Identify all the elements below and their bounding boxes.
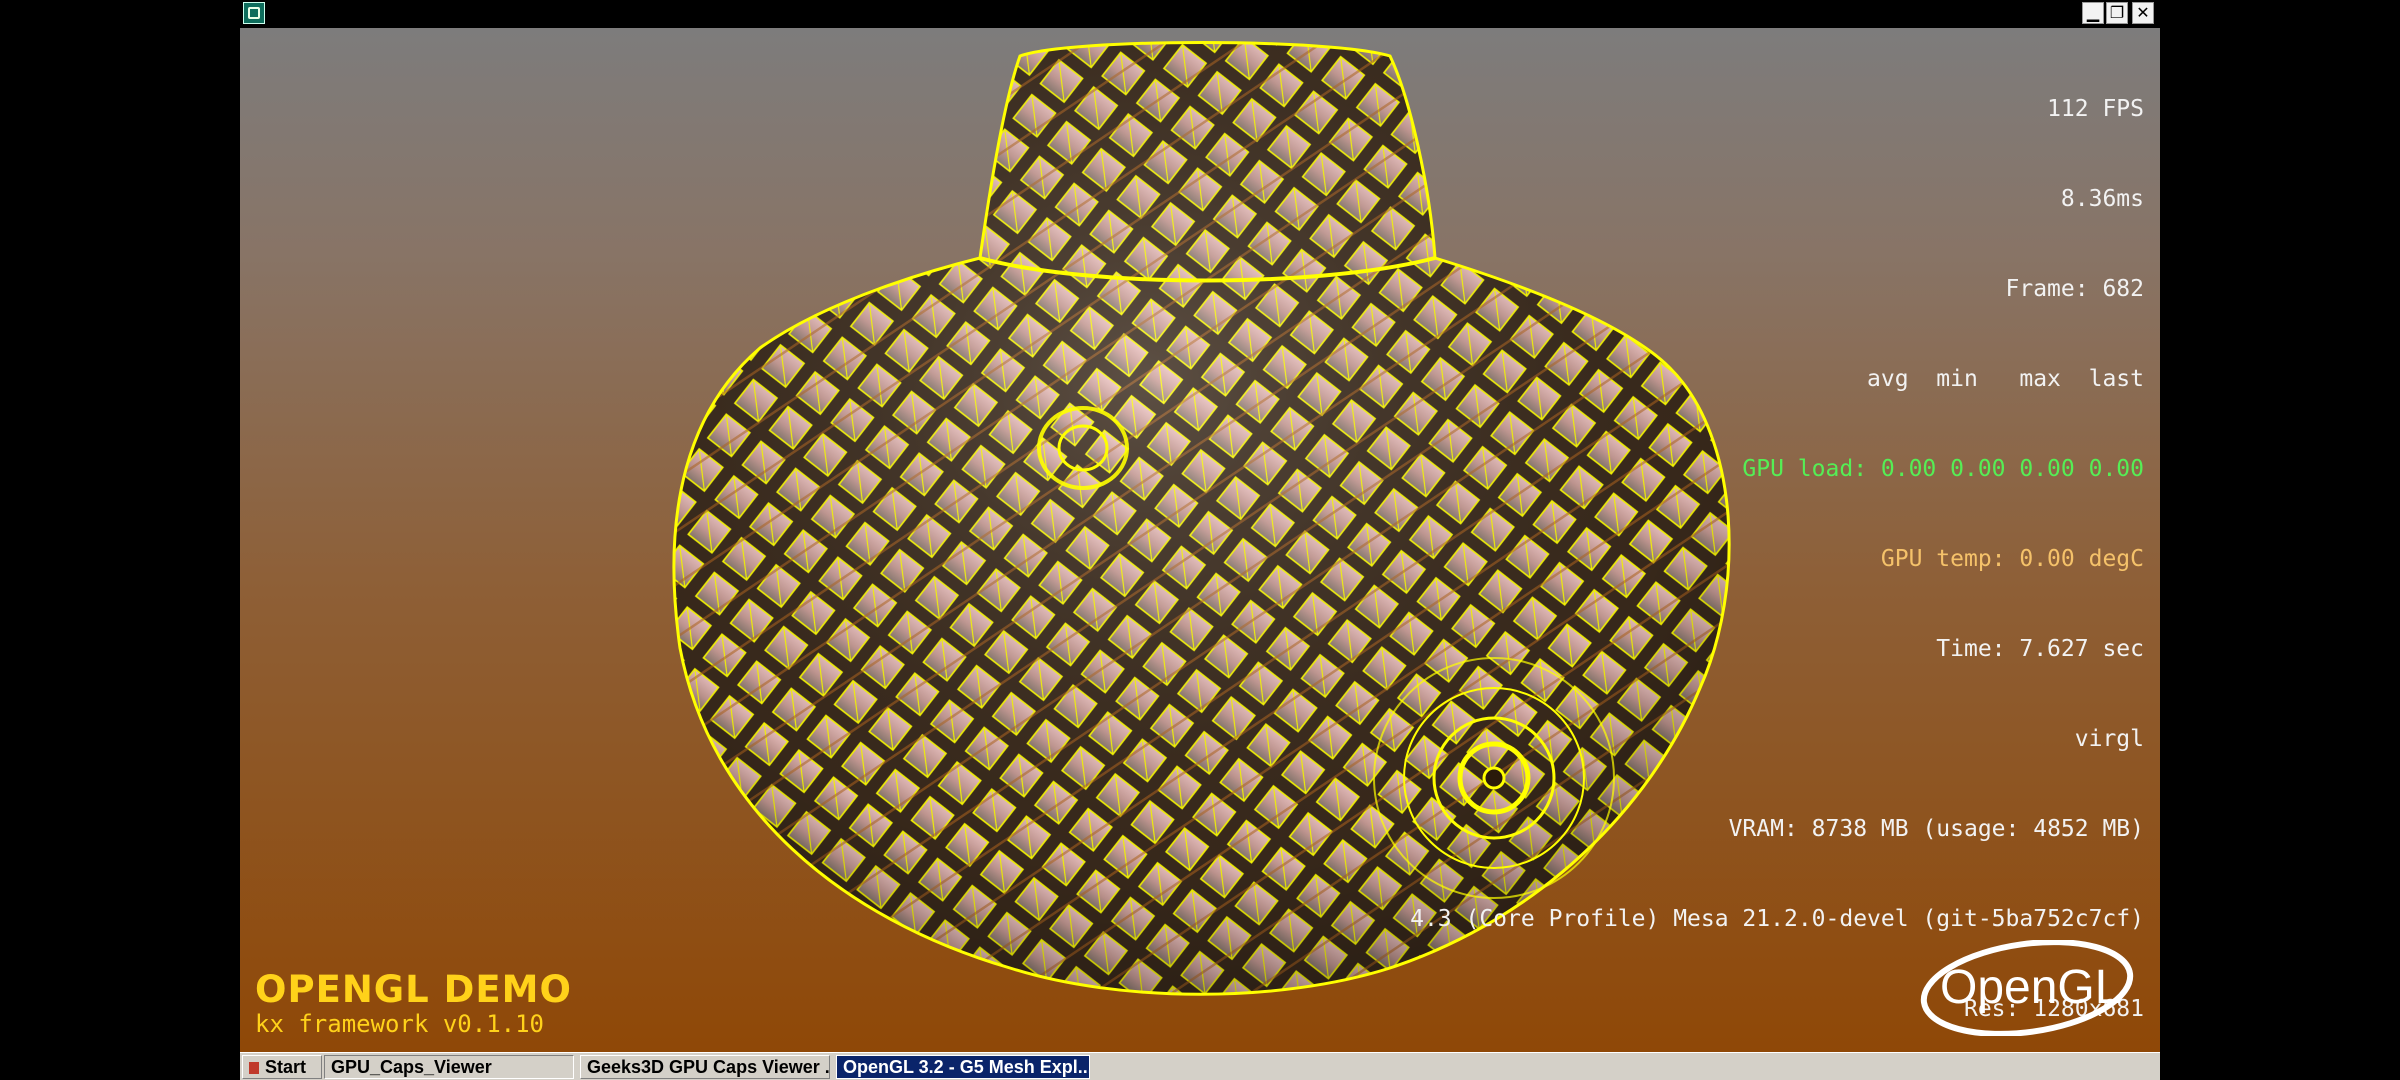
gpu-temp-readout: GPU temp: 0.00 degC [1880,546,2144,572]
start-label: Start [265,1057,307,1077]
gpu-load-readout: GPU load: 0.00 0.00 0.00 0.00 [1742,456,2144,482]
taskbar: Start GPU_Caps_Viewer Geeks3D GPU Caps V… [240,1052,2160,1080]
vram-readout: VRAM: 8738 MB (usage: 4852 MB) [1728,816,2144,842]
frame-time-readout: 8.36ms [2060,186,2144,212]
taskbar-item-gpu-caps-viewer[interactable]: GPU_Caps_Viewer [324,1055,574,1079]
performance-stats-overlay: 112 FPS 8.36ms Frame: 682 avg min max la… [1410,34,2144,1052]
framework-version: kx framework v0.1.10 [255,1010,544,1038]
gl-version-readout: 4.3 (Core Profile) Mesa 21.2.0-devel (gi… [1410,906,2144,932]
opengl-logo-text: OpenGL [1940,961,2121,1014]
frame-count-readout: Frame: 682 [2005,276,2144,302]
stats-column-header: avg min max last [1867,366,2144,392]
maximize-button[interactable]: ❐ [2106,2,2128,24]
demo-title: OPENGL DEMO [255,968,572,1011]
minimize-button[interactable]: ▁ [2082,2,2104,24]
window-title-bar [240,0,2160,28]
elapsed-time-readout: Time: 7.627 sec [1936,636,2144,662]
app-icon[interactable] [243,2,265,24]
taskbar-item-geeks3d[interactable]: Geeks3D GPU Caps Viewer ... [580,1055,830,1079]
renderer-name: virgl [2074,726,2144,752]
render-viewport[interactable]: 112 FPS 8.36ms Frame: 682 avg min max la… [240,28,2160,1052]
start-flag-icon [249,1062,259,1074]
close-button[interactable]: ✕ [2132,2,2154,24]
opengl-logo: OpenGL [1920,940,2134,1036]
fps-readout: 112 FPS [2047,96,2144,122]
taskbar-item-opengl-demo[interactable]: OpenGL 3.2 - G5 Mesh Expl... [836,1055,1090,1079]
start-button[interactable]: Start [242,1055,322,1079]
